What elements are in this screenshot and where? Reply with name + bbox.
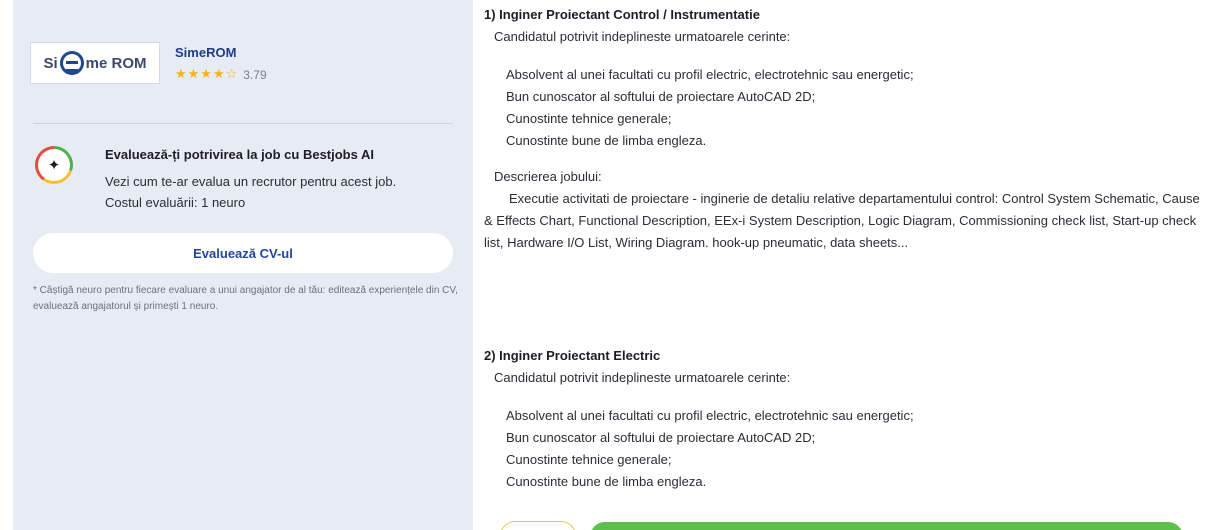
requirement-item: Cunostinte bune de limba engleza. [506, 474, 707, 489]
save-job-button[interactable] [500, 521, 576, 530]
requirement-item: Cunostinte bune de limba engleza. [506, 133, 707, 148]
requirement-item: Cunostinte tehnice generale; [506, 452, 672, 467]
rating-value: 3.79 [243, 67, 267, 82]
requirement-item: Bun cunoscator al softului de proiectare… [506, 89, 816, 104]
company-rating: ★★★★☆ 3.79 [175, 67, 267, 82]
filled-stars: ★★★★ [175, 67, 226, 82]
divider [33, 123, 453, 124]
neuro-footnote: * Câștigă neuro pentru fiecare evaluare … [33, 285, 458, 312]
job-section-2: 2) Inginer Proiectant Electric Candidatu… [484, 345, 1204, 493]
sidebar: Si me ROM SimeROM ★★★★☆ 3.79 ✦ Evaluează… [13, 0, 473, 530]
requirement-item: Absolvent al unei facultati cu profil el… [506, 408, 914, 423]
company-name[interactable]: SimeROM [175, 45, 236, 60]
evaluate-cv-button[interactable]: Evaluează CV-ul [33, 233, 453, 273]
logo-seal-icon [59, 51, 84, 75]
company-logo[interactable]: Si me ROM [30, 42, 160, 84]
apply-button[interactable] [590, 522, 1183, 530]
ai-description: Vezi cum te-ar evalua un recrutor pentru… [105, 171, 396, 213]
requirement-item: Absolvent al unei facultati cu profil el… [506, 67, 914, 82]
logo-text-si: Si [43, 54, 58, 72]
requirements-list: Absolvent al unei facultati cu profil el… [484, 64, 1204, 152]
requirements-intro: Candidatul potrivit indeplineste urmatoa… [494, 370, 791, 385]
requirements-intro: Candidatul potrivit indeplineste urmatoa… [494, 29, 791, 44]
job-description: 1) Inginer Proiectant Control / Instrume… [484, 0, 1204, 530]
logo-text-merom: me ROM [85, 54, 147, 72]
job-title: 2) Inginer Proiectant Electric [484, 348, 661, 363]
job-title: 1) Inginer Proiectant Control / Instrume… [484, 7, 760, 22]
ai-evaluation-promo: ✦ Evaluează-ți potrivirea la job cu Best… [33, 142, 463, 212]
ai-desc-line1: Vezi cum te-ar evalua un recrutor pentru… [105, 174, 397, 189]
action-bar [500, 515, 1209, 530]
company-card[interactable]: Si me ROM SimeROM ★★★★☆ 3.79 [30, 42, 470, 88]
rating-stars-icon: ★★★★☆ [175, 67, 238, 82]
requirement-item: Cunostinte tehnice generale; [506, 111, 672, 126]
job-section-1: 1) Inginer Proiectant Control / Instrume… [484, 4, 1204, 254]
requirement-item: Bun cunoscator al softului de proiectare… [506, 430, 816, 445]
empty-star: ☆ [225, 67, 239, 82]
ai-desc-line2: Costul evaluării: 1 neuro [105, 195, 246, 210]
description-label: Descrierea jobului: [494, 169, 602, 184]
description-text: Executie activitati de proiectare - ingi… [484, 191, 1200, 250]
ai-title: Evaluează-ți potrivirea la job cu Bestjo… [105, 147, 374, 162]
sparkle-icon: ✦ [35, 146, 73, 184]
requirements-list: Absolvent al unei facultati cu profil el… [484, 405, 1204, 493]
